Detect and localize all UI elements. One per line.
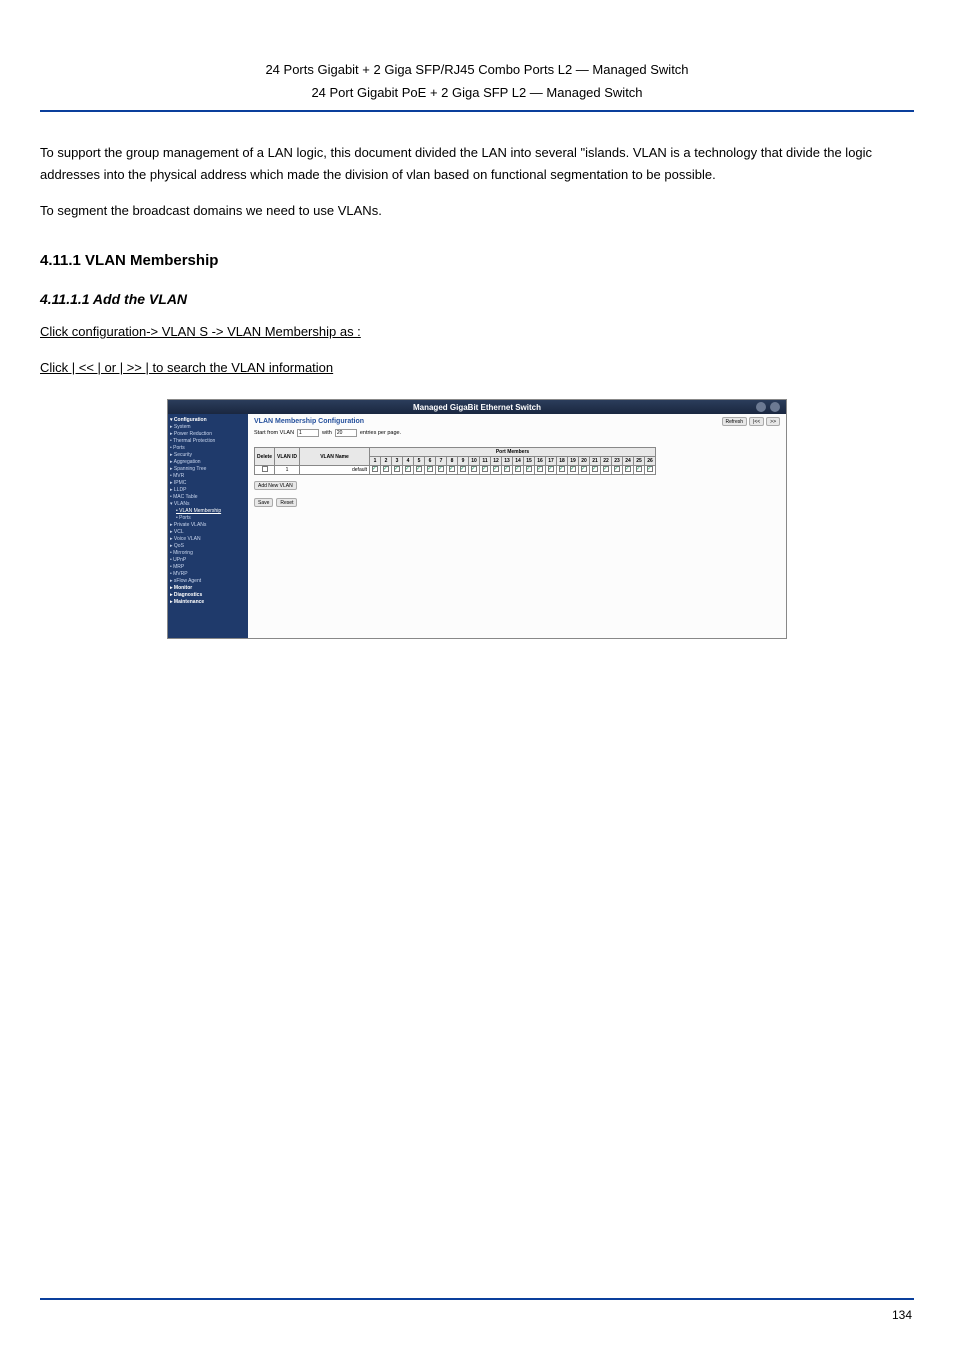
app-titlebar: Managed GigaBit Ethernet Switch <box>168 400 786 414</box>
sidebar-item[interactable]: • MVRP <box>170 571 246 578</box>
page-header: 24 Ports Gigabit + 2 Giga SFP/RJ45 Combo… <box>40 60 914 104</box>
prev-page-button[interactable]: |<< <box>749 417 764 426</box>
sidebar-item[interactable]: • UPnP <box>170 557 246 564</box>
sidebar-item[interactable]: • Thermal Protection <box>170 438 246 445</box>
perpage-input[interactable] <box>335 429 357 437</box>
sidebar-item-vlan-membership[interactable]: • VLAN Membership <box>170 508 246 515</box>
port-checkbox[interactable] <box>526 466 532 472</box>
port-checkbox[interactable] <box>482 466 488 472</box>
sidebar-item[interactable]: ▸ IPMC <box>170 480 246 487</box>
start-vlan-input[interactable] <box>297 429 319 437</box>
home-icon[interactable] <box>756 402 766 412</box>
sidebar-item[interactable]: • Ports <box>170 445 246 452</box>
footer-rule <box>40 1298 914 1300</box>
start-label-b: with <box>322 430 332 436</box>
sidebar-item[interactable]: ▸ Aggregation <box>170 459 246 466</box>
port-checkbox[interactable] <box>570 466 576 472</box>
sidebar-item[interactable]: ▸ Voice VLAN <box>170 536 246 543</box>
port-checkbox[interactable] <box>493 466 499 472</box>
cell-vlan-id: 1 <box>275 466 300 475</box>
header-rule <box>40 110 914 112</box>
sidebar-maintenance[interactable]: ▸ Maintenance <box>170 599 246 606</box>
port-checkbox[interactable] <box>603 466 609 472</box>
port-checkbox[interactable] <box>416 466 422 472</box>
port-checkbox[interactable] <box>405 466 411 472</box>
port-checkbox[interactable] <box>636 466 642 472</box>
page-number: 134 <box>892 1308 912 1322</box>
header-line1-a: 24 Ports Gigabit + 2 Giga SFP/RJ45 Combo… <box>265 62 575 77</box>
main-panel: Refresh |<< >> VLAN Membership Configura… <box>248 414 786 638</box>
sidebar-item[interactable]: ▸ LLDP <box>170 487 246 494</box>
col-port-members: Port Members <box>370 448 656 457</box>
start-label-c: entries per page. <box>360 430 401 436</box>
help-icon[interactable] <box>770 402 780 412</box>
port-checkbox[interactable] <box>394 466 400 472</box>
cell-vlan-name: default <box>300 466 370 475</box>
reset-button[interactable]: Reset <box>276 498 297 507</box>
port-checkbox[interactable] <box>559 466 565 472</box>
port-checkbox[interactable] <box>592 466 598 472</box>
add-new-vlan-button[interactable]: Add New VLAN <box>254 481 297 490</box>
header-line2-b: Managed Switch <box>546 85 642 100</box>
col-vlan-name: VLAN Name <box>300 448 370 466</box>
sidebar-item[interactable]: ▸ Spanning Tree <box>170 466 246 473</box>
port-checkbox[interactable] <box>449 466 455 472</box>
port-checkbox[interactable] <box>647 466 653 472</box>
header-line2-a: 24 Port Gigabit PoE + 2 Giga SFP L2 <box>311 85 529 100</box>
sidebar-item[interactable]: • MRP <box>170 564 246 571</box>
sidebar-item[interactable]: • Mirroring <box>170 550 246 557</box>
sidebar-item[interactable]: ▸ sFlow Agent <box>170 578 246 585</box>
col-delete: Delete <box>255 448 275 466</box>
port-checkbox[interactable] <box>460 466 466 472</box>
embedded-screenshot: Managed GigaBit Ethernet Switch ▾ Config… <box>167 399 787 639</box>
header-line1-b: Managed Switch <box>592 62 688 77</box>
sidebar-header[interactable]: ▾ Configuration <box>170 417 246 424</box>
refresh-button[interactable]: Refresh <box>722 417 748 426</box>
sidebar-diagnostics[interactable]: ▸ Diagnostics <box>170 592 246 599</box>
port-checkbox[interactable] <box>372 466 378 472</box>
start-label-a: Start from VLAN <box>254 430 294 436</box>
step-2: Click | << | or | >> | to search the VLA… <box>40 357 914 379</box>
port-checkbox[interactable] <box>581 466 587 472</box>
sidebar: ▾ Configuration ▸ System ▸ Power Reducti… <box>168 414 248 638</box>
sidebar-item-vlans[interactable]: ▾ VLANs <box>170 501 246 508</box>
port-checkbox[interactable] <box>504 466 510 472</box>
sidebar-item[interactable]: ▸ Security <box>170 452 246 459</box>
sidebar-item[interactable]: ▸ Private VLANs <box>170 522 246 529</box>
intro-p1: To support the group management of a LAN… <box>40 142 914 186</box>
port-checkbox[interactable] <box>438 466 444 472</box>
step-1: Click configuration-> VLAN S -> VLAN Mem… <box>40 321 914 343</box>
app-title: Managed GigaBit Ethernet Switch <box>413 403 541 412</box>
sidebar-item[interactable]: • MAC Table <box>170 494 246 501</box>
sidebar-item[interactable]: ▸ System <box>170 424 246 431</box>
port-checkbox[interactable] <box>383 466 389 472</box>
port-checkbox[interactable] <box>515 466 521 472</box>
col-vlan-id: VLAN ID <box>275 448 300 466</box>
sidebar-item[interactable]: ▸ Power Reduction <box>170 431 246 438</box>
table-row: 1 default <box>255 466 656 475</box>
vlan-table: Delete VLAN ID VLAN Name Port Members 12… <box>254 447 656 475</box>
save-button[interactable]: Save <box>254 498 273 507</box>
delete-checkbox[interactable] <box>262 466 268 472</box>
sidebar-item-vlan-ports[interactable]: • Ports <box>170 515 246 522</box>
subsection-heading: 4.11.1.1 Add the VLAN <box>40 291 914 307</box>
intro-p2: To segment the broadcast domains we need… <box>40 200 914 222</box>
port-checkbox[interactable] <box>614 466 620 472</box>
panel-title: VLAN Membership Configuration <box>254 418 780 425</box>
port-checkbox[interactable] <box>427 466 433 472</box>
next-page-button[interactable]: >> <box>766 417 780 426</box>
sidebar-item[interactable]: ▸ QoS <box>170 543 246 550</box>
sidebar-monitor[interactable]: ▸ Monitor <box>170 585 246 592</box>
port-checkbox[interactable] <box>471 466 477 472</box>
section-heading: 4.11.1 VLAN Membership <box>40 252 914 269</box>
port-checkbox[interactable] <box>537 466 543 472</box>
sidebar-item[interactable]: ▸ VCL <box>170 529 246 536</box>
port-checkbox[interactable] <box>625 466 631 472</box>
sidebar-item[interactable]: • MVR <box>170 473 246 480</box>
port-checkbox[interactable] <box>548 466 554 472</box>
